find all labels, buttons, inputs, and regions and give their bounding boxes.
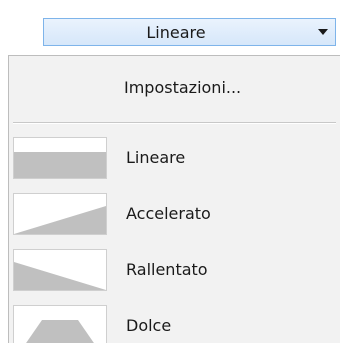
- settings-menu-item[interactable]: Impostazioni...: [124, 78, 241, 97]
- decelerate-curve-icon: [13, 249, 107, 291]
- menu-item-rallentato[interactable]: Rallentato: [9, 246, 339, 294]
- linear-curve-icon: [13, 137, 107, 179]
- transition-dropdown-screen: Lineare Impostazioni... Lineare Accelera…: [0, 0, 340, 343]
- menu-item-label: Dolce: [126, 316, 172, 335]
- menu-item-label: Lineare: [126, 148, 186, 167]
- menu-separator: [13, 122, 336, 124]
- menu-item-label: Rallentato: [126, 260, 208, 279]
- chevron-down-icon[interactable]: [318, 29, 328, 35]
- transition-combobox[interactable]: Lineare: [43, 18, 336, 46]
- menu-item-lineare[interactable]: Lineare: [9, 134, 339, 182]
- menu-item-label: Accelerato: [126, 204, 211, 223]
- accelerate-curve-icon: [13, 193, 107, 235]
- menu-item-accelerato[interactable]: Accelerato: [9, 190, 339, 238]
- dropdown-menu: Impostazioni... Lineare Accelerato Ralle…: [8, 55, 340, 343]
- smooth-curve-icon: [13, 305, 107, 343]
- menu-item-dolce[interactable]: Dolce: [9, 302, 339, 343]
- combobox-selected-value: Lineare: [146, 22, 206, 42]
